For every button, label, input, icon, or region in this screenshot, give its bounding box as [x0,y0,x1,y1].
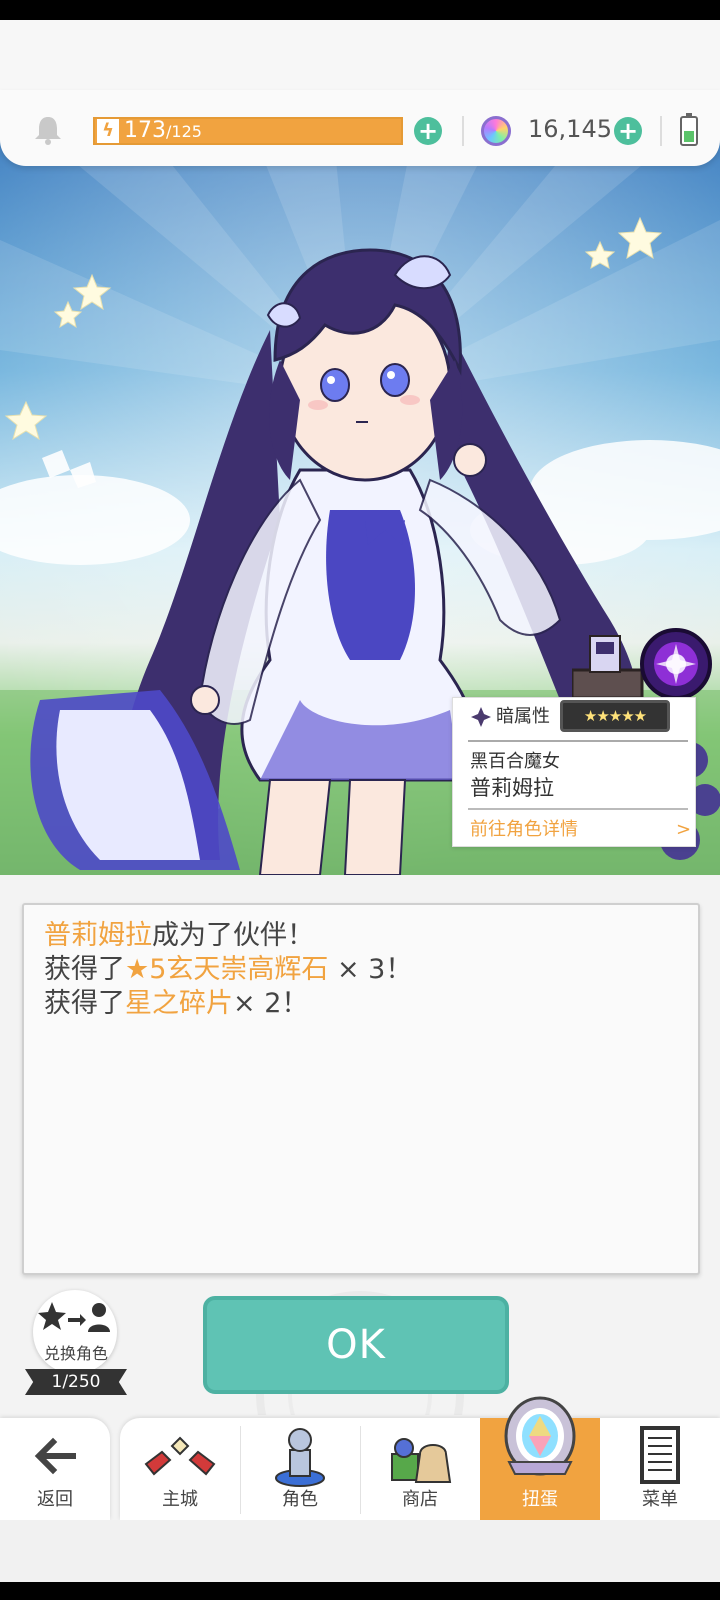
rainbow-gem-icon [481,116,511,146]
message-line-3: 获得了星之碎片× 2！ [44,986,308,1022]
castle-icon[interactable] [140,1424,220,1484]
dark-attribute-icon [471,707,491,727]
exchange-label[interactable]: 兑换角色 [37,1343,115,1365]
arrow-left-icon[interactable] [33,1436,77,1476]
top-spacer [0,20,720,100]
nav-label[interactable]: 扭蛋 [480,1488,600,1512]
header-divider [660,116,662,146]
add-gems-button[interactable]: + [614,117,642,145]
system-status-bar [0,0,720,20]
card-divider [468,740,688,742]
chevron-right-icon[interactable]: > [676,818,691,842]
character-title: 黑百合魔女 [470,751,560,772]
nav-item-menu[interactable]: 菜单 [600,1418,720,1520]
ok-button[interactable]: OK [203,1296,509,1394]
nav-label[interactable]: 菜单 [600,1488,720,1512]
nav-label[interactable]: 返回 [0,1488,110,1512]
message-text: 获得了 [44,988,125,1019]
nav-item-characters[interactable]: 角色 [240,1418,360,1520]
nav-item-gacha[interactable]: 扭蛋 [480,1396,600,1520]
message-text: × 2！ [233,988,309,1019]
stamina-current: 173 [124,118,166,143]
shop-bag-icon[interactable] [380,1424,460,1488]
nav-item-main-city[interactable]: 主城 [120,1418,240,1520]
lightning-icon: ϟ [97,119,119,143]
card-divider [468,808,688,810]
battery-icon [680,113,698,146]
message-line-1: 普莉姆拉成为了伙伴！ [44,918,314,954]
stamina-value: 173/125 [124,117,202,146]
nav-label[interactable]: 角色 [240,1488,360,1512]
message-line-2: 获得了★5玄天崇高辉石 × 3！ [44,952,412,988]
rarity-stars: ★★★★★ [560,700,670,732]
exchange-count-badge: 1/250 [25,1369,127,1395]
message-text: × 3！ [328,954,413,985]
bell-notification-icon[interactable] [30,112,66,148]
attribute-label: 暗属性 [496,706,550,727]
message-text: 获得了 [44,954,125,985]
menu-list-icon[interactable] [630,1424,690,1488]
character-name-highlight: 普莉姆拉 [44,920,152,951]
character-detail-link[interactable]: 前往角色详情 [470,818,578,842]
nav-label[interactable]: 商店 [360,1488,480,1512]
system-nav-bar [0,1582,720,1600]
stamina-max: /125 [166,122,202,141]
back-button[interactable]: 返回 [0,1418,110,1520]
nav-label[interactable]: 主城 [120,1488,240,1512]
star-to-person-exchange-icon[interactable] [36,1300,114,1334]
add-stamina-button[interactable]: + [414,117,442,145]
gacha-crystal-icon[interactable] [495,1392,585,1478]
character-icon[interactable] [260,1424,340,1488]
reward-item-highlight: ★5玄天崇高辉石 [125,954,329,985]
header-divider [462,116,464,146]
bottom-safe-area [0,1520,720,1582]
character-name: 普莉姆拉 [470,776,554,800]
nav-item-shop[interactable]: 商店 [360,1418,480,1520]
message-text: 成为了伙伴！ [152,920,314,951]
reward-item-highlight: 星之碎片 [125,988,233,1019]
gem-count: 16,145 [528,115,612,143]
